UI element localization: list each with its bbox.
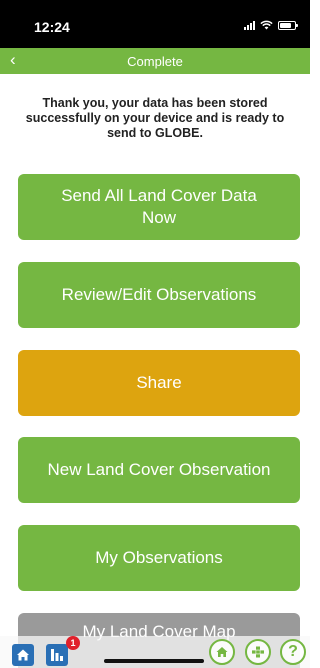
status-time: 12:24 [34,19,70,35]
battery-icon [278,20,298,30]
review-edit-observations-button[interactable]: Review/Edit Observations [18,262,300,328]
my-observations-button[interactable]: My Observations [18,525,300,591]
notification-badge: 1 [66,636,80,650]
wifi-icon [260,20,273,30]
confirmation-message: Thank you, your data has been stored suc… [25,96,285,140]
status-bar: 12:24 [0,0,310,48]
home-icon[interactable] [12,644,34,666]
page-title: Complete [127,54,183,69]
send-all-land-cover-data-button[interactable]: Send All Land Cover Data Now [18,174,300,240]
home-circle-icon[interactable] [209,639,235,665]
nav-bar: ‹ Complete [0,48,310,74]
new-land-cover-observation-button[interactable]: New Land Cover Observation [18,437,300,503]
grid-icon[interactable] [245,639,271,665]
signal-icon [244,20,255,30]
share-button[interactable]: Share [18,350,300,416]
help-icon[interactable]: ? [280,639,306,665]
status-icons [244,20,298,30]
bar-chart-icon[interactable] [46,644,68,666]
home-indicator [104,659,204,663]
